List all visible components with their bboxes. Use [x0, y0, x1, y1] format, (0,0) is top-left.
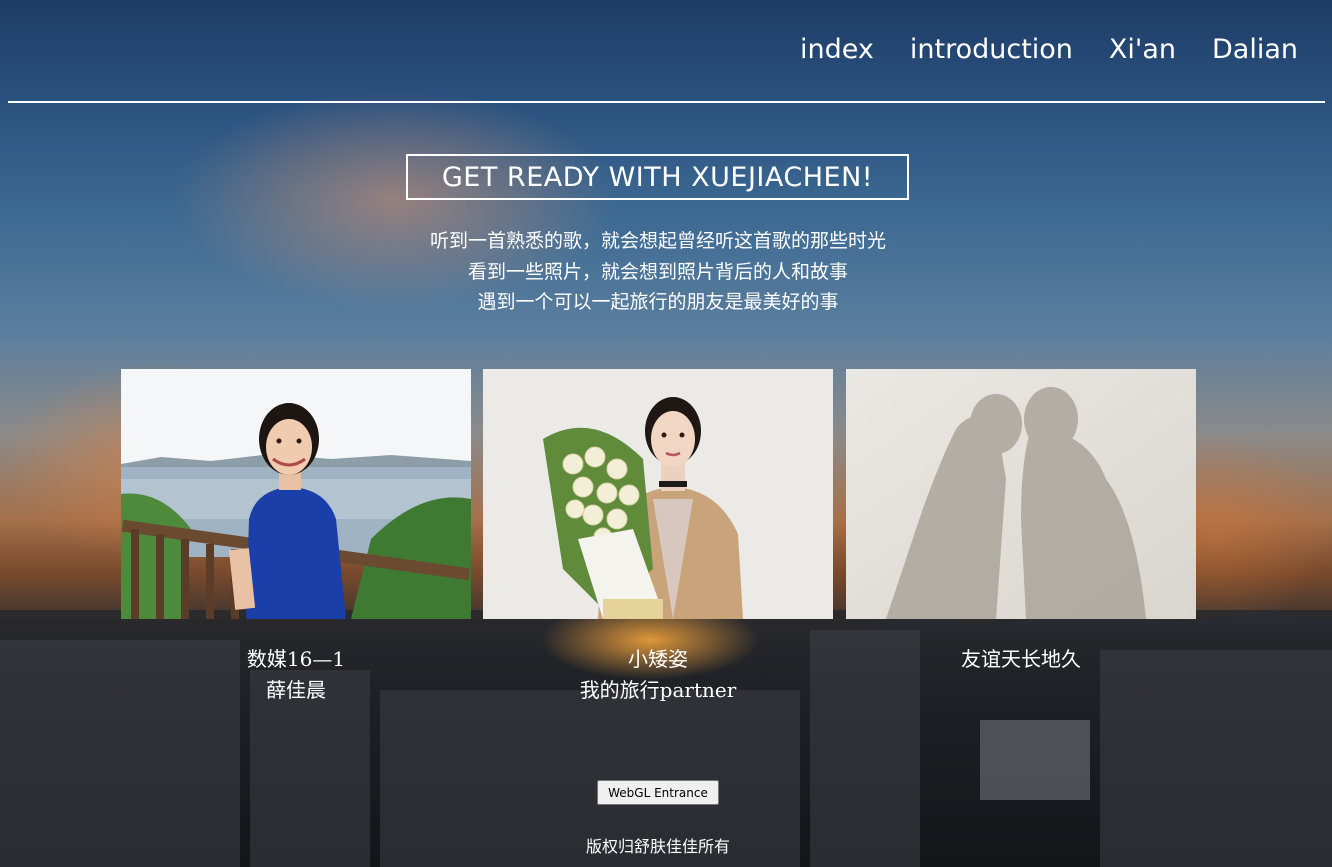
photo-caption: 数媒16—1 薛佳晨: [121, 644, 471, 706]
intro-line: 看到一些照片，就会想到照片背后的人和故事: [467, 260, 848, 283]
caption-line: 小矮姿: [628, 647, 688, 671]
webgl-entrance-button[interactable]: WebGL Entrance: [597, 780, 719, 805]
photo-caption: 小矮姿 我的旅行partner: [483, 644, 833, 706]
caption-line: 数媒16—1: [246, 647, 346, 671]
girl-by-sea-photo: [121, 369, 471, 619]
girl-with-flowers-photo: [483, 369, 833, 619]
shadow-silhouettes-photo: [846, 369, 1196, 619]
header-divider: [8, 101, 1325, 103]
intro-line: 听到一首熟悉的歌，就会想起曾经听这首歌的那些时光: [429, 230, 886, 252]
intro-line: 遇到一个可以一起旅行的朋友是最美好的事: [477, 291, 839, 313]
intro-text: 听到一首熟悉的歌，就会想起曾经听这首歌的那些时光 看到一些照片，就会想到照片背后…: [0, 226, 1316, 318]
nav-link-dalian[interactable]: Dalian: [1212, 34, 1298, 65]
nav-link-index[interactable]: index: [800, 34, 874, 65]
nav-link-xian[interactable]: Xi'an: [1109, 34, 1176, 65]
copyright-footer: 版权归舒肤佳佳所有: [585, 837, 730, 856]
page-title: GET READY WITH XUEJIACHEN!: [406, 154, 909, 200]
caption-line: 友谊天长地久: [961, 647, 1081, 671]
photo-caption: 友谊天长地久: [846, 644, 1196, 675]
caption-line: 我的旅行partner: [579, 678, 737, 702]
top-navigation: index introduction Xi'an Dalian: [800, 34, 1298, 65]
nav-link-introduction[interactable]: introduction: [910, 34, 1073, 65]
caption-line: 薛佳晨: [266, 678, 326, 702]
